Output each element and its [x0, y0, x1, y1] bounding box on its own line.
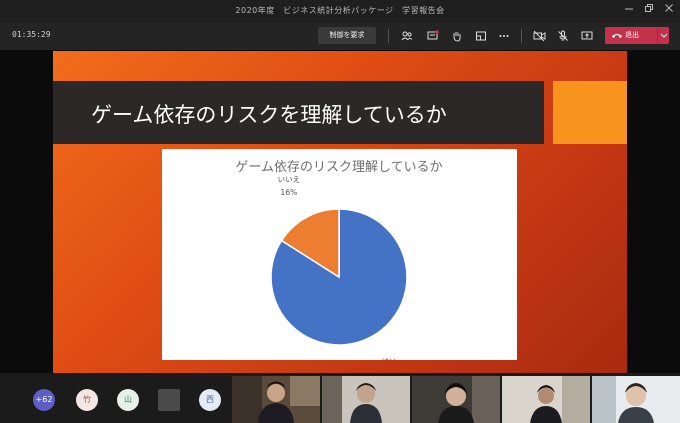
- toolbar-divider: [388, 29, 389, 43]
- presentation-slide: ゲーム依存のリスクを理解しているか ゲーム依存のリスク理解しているか はい84%…: [53, 51, 627, 373]
- leave-button[interactable]: 退出: [605, 27, 657, 44]
- slice-percent: 16%: [281, 188, 298, 197]
- mic-off-icon[interactable]: [556, 29, 570, 43]
- participant-video[interactable]: [592, 376, 680, 423]
- chevron-down-icon: [660, 33, 668, 38]
- breakout-rooms-icon[interactable]: [474, 29, 488, 43]
- window-titlebar: 2020年度 ビジネス統計分析パッケージ 学習報告会: [0, 0, 680, 22]
- slide-title-band: ゲーム依存のリスクを理解しているか: [53, 81, 544, 144]
- more-options-icon[interactable]: [497, 29, 511, 43]
- slice-label: いいえ: [278, 175, 301, 184]
- share-screen-icon[interactable]: [580, 29, 594, 43]
- pie-chart: ゲーム依存のリスク理解しているか はい84%いいえ16%: [162, 149, 517, 360]
- chat-icon[interactable]: [426, 29, 440, 43]
- window-title: 2020年度 ビジネス統計分析パッケージ 学習報告会: [235, 6, 445, 15]
- close-window-icon[interactable]: [662, 3, 676, 17]
- request-control-button[interactable]: 制御を要求: [318, 27, 376, 44]
- meeting-timer: 01:35:29: [12, 30, 51, 39]
- toolbar-divider: [521, 29, 522, 43]
- participant-avatar[interactable]: 西: [199, 389, 221, 411]
- slice-label: はい: [382, 357, 397, 360]
- raise-hand-icon[interactable]: [450, 29, 464, 43]
- slide-title: ゲーム依存のリスクを理解しているか: [91, 103, 447, 127]
- shared-screen-stage: ゲーム依存のリスクを理解しているか ゲーム依存のリスク理解しているか はい84%…: [0, 50, 680, 423]
- more-participants-badge[interactable]: +62: [33, 389, 55, 411]
- participant-avatar[interactable]: [158, 389, 180, 411]
- participant-avatar[interactable]: 山: [117, 389, 139, 411]
- participant-video[interactable]: [502, 376, 590, 423]
- leave-options-button[interactable]: [657, 27, 669, 44]
- slide-accent-box: [553, 81, 627, 144]
- restore-icon[interactable]: [642, 3, 656, 17]
- meeting-toolbar: 01:35:29 制御を要求 退出: [0, 22, 680, 50]
- camera-off-icon[interactable]: [532, 29, 546, 43]
- participants-strip: +62 竹 山 西: [0, 373, 680, 423]
- leave-label: 退出: [625, 31, 639, 39]
- participant-video[interactable]: [232, 376, 320, 423]
- chart-title: ゲーム依存のリスク理解しているか: [235, 160, 442, 175]
- participant-video[interactable]: [412, 376, 500, 423]
- participants-icon[interactable]: [400, 29, 414, 43]
- participant-video[interactable]: [322, 376, 410, 423]
- phone-hangup-icon: [612, 34, 622, 38]
- pie-chart-svg: ゲーム依存のリスク理解しているか はい84%いいえ16%: [235, 160, 442, 360]
- minimize-icon[interactable]: [622, 3, 636, 17]
- participant-avatar[interactable]: 竹: [76, 389, 98, 411]
